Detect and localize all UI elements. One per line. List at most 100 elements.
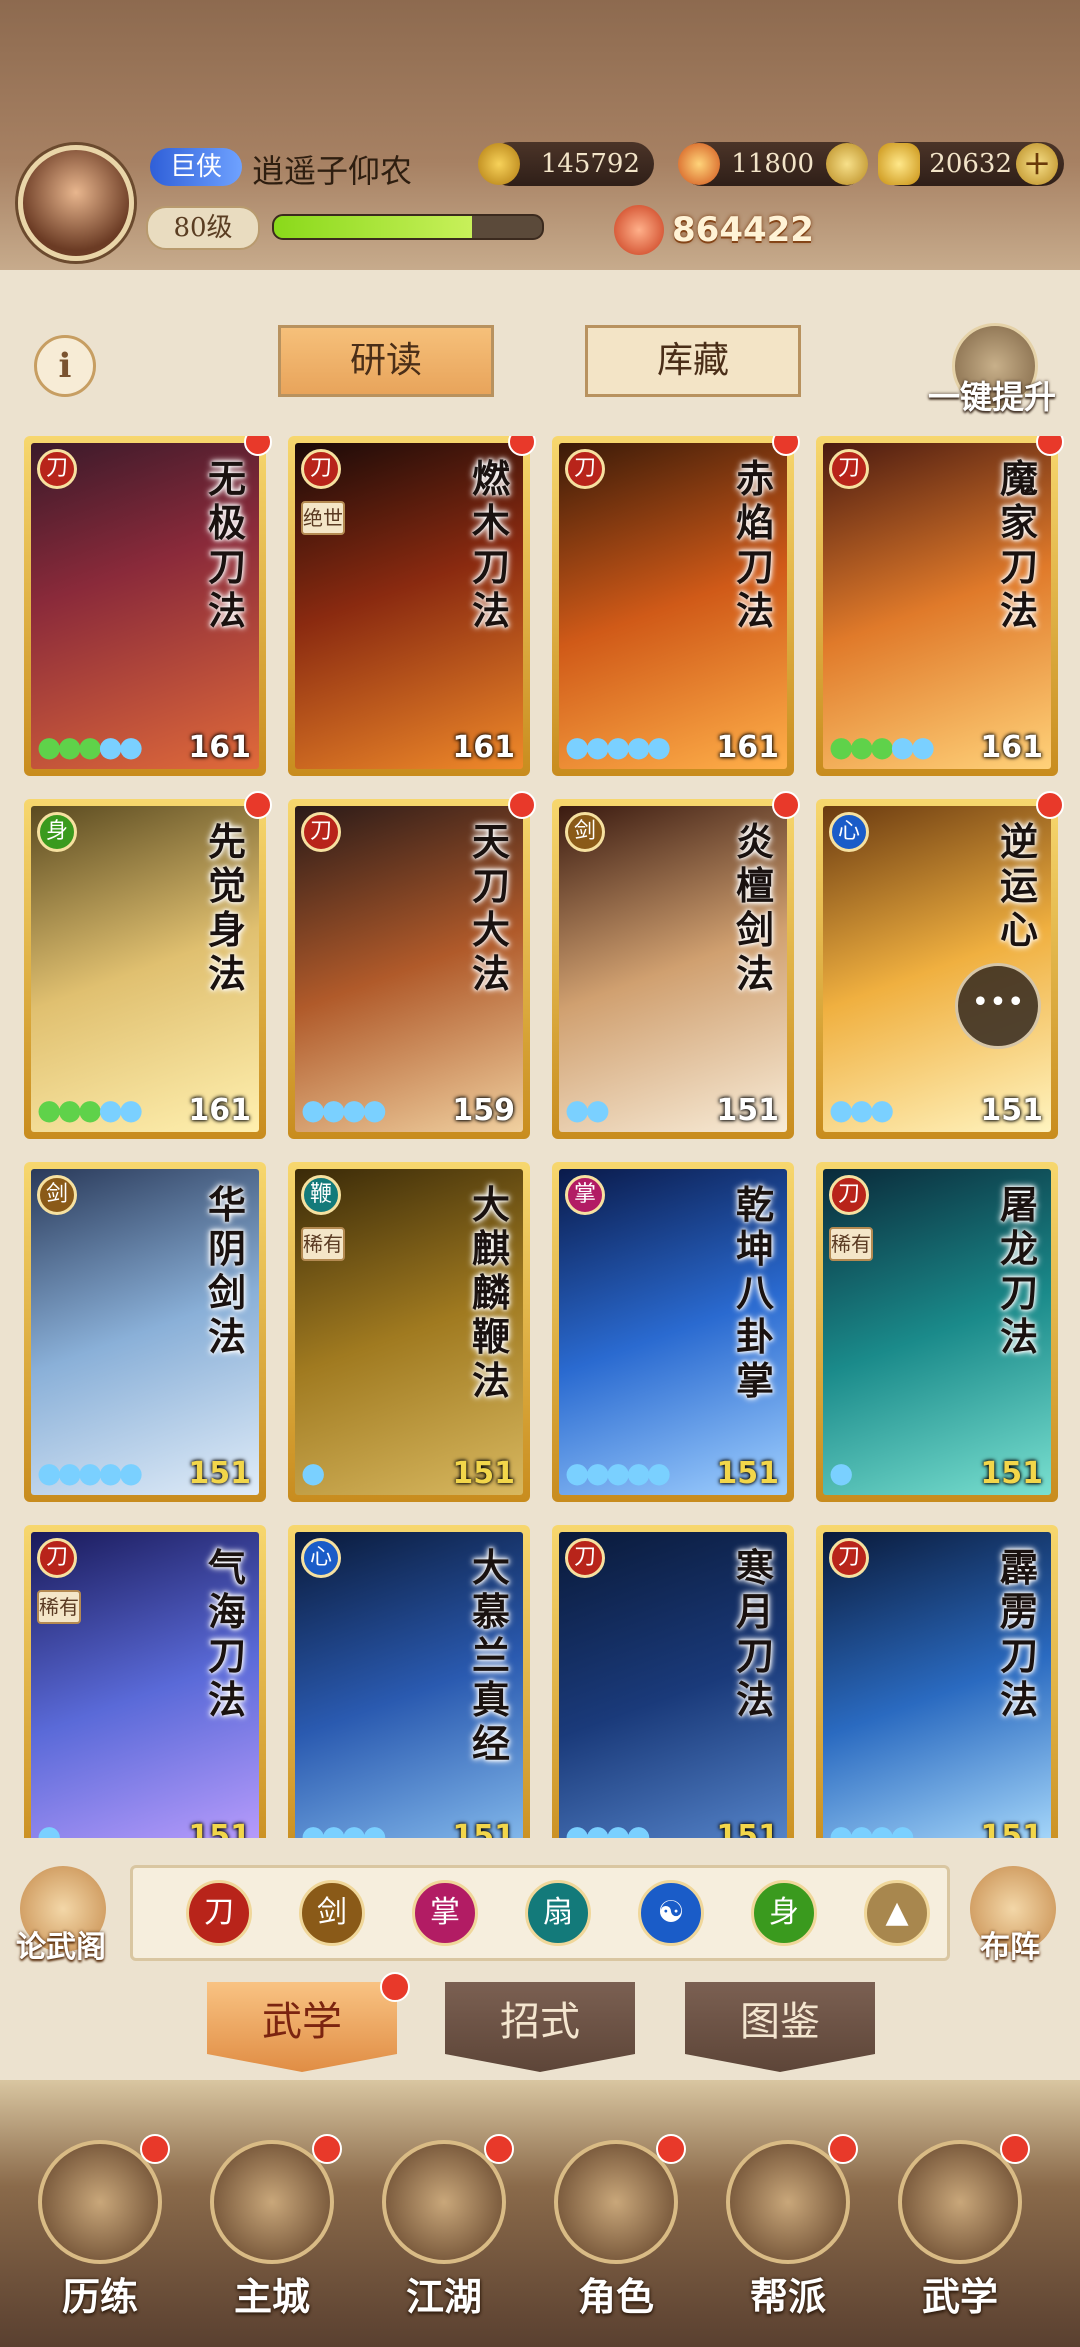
player-level: 80级 — [146, 206, 260, 250]
card-inner: 鞭 大麒麟鞭法 稀有 ● 151 — [295, 1169, 523, 1495]
skill-card[interactable]: 刀天刀大法 ●●●● 159 — [288, 791, 536, 1139]
card-inner: 刀 屠龙刀法 稀有 ● 151 — [823, 1169, 1051, 1495]
skill-card[interactable]: 刀 赤焰刀法 ●●●●● 161 — [552, 436, 800, 776]
card-title: 赤焰刀法 — [735, 456, 774, 633]
drop-icon: ● — [57, 730, 82, 763]
notification-dot — [484, 2134, 514, 2164]
rarity-tag: 稀有 — [829, 1227, 873, 1261]
coin-icon — [478, 143, 520, 185]
subtab-codex[interactable]: 图鉴 — [685, 1982, 875, 2072]
skill-card[interactable]: 刀 屠龙刀法 稀有 ● 151 — [816, 1162, 1058, 1502]
rarity-tag: 稀有 — [301, 1227, 345, 1261]
card-inner: 刀 气海刀法 稀有 ● 151 — [31, 1532, 259, 1838]
element-icon: 掌 — [565, 1175, 605, 1215]
nav-label: 角色 — [577, 2274, 654, 2319]
taiji-element-icon[interactable]: ☯ — [638, 1880, 704, 1946]
xp-fill — [274, 216, 473, 238]
nav-item[interactable]: 帮派 — [718, 2134, 858, 2330]
skill-card[interactable]: 剑华阴剑法 ●●●●● 151 — [24, 1162, 266, 1502]
star-drops: ● — [301, 1456, 326, 1489]
tab-store[interactable]: 库藏 — [585, 325, 801, 397]
card-inner: 身先觉身法 ●●●●● 161 — [31, 806, 259, 1132]
star-drops: ●●●●● — [829, 730, 935, 763]
notification-dot — [244, 791, 272, 819]
ingot-icon — [878, 143, 920, 185]
drop-icon: ● — [849, 730, 874, 763]
tab-read[interactable]: 研读 — [278, 325, 494, 397]
card-title: 霹雳刀法 — [999, 1545, 1038, 1722]
drop-icon: ● — [646, 730, 672, 763]
skill-card[interactable]: 掌乾坤八卦掌 ●●●●● 151 — [552, 1162, 794, 1502]
drop-icon: ● — [118, 1093, 144, 1126]
sword-element-icon[interactable]: 刀 — [186, 1880, 252, 1946]
drop-icon: ● — [829, 1819, 854, 1838]
card-level: 151 — [452, 1819, 515, 1838]
skill-card[interactable]: 鞭 大麒麟鞭法 稀有 ● 151 — [288, 1162, 530, 1502]
card-level: 151 — [716, 1093, 779, 1128]
nav-item[interactable]: 江湖 — [374, 2134, 514, 2330]
upgrade-button[interactable]: 一键提升 — [928, 372, 1056, 418]
element-icon: 身 — [37, 812, 77, 852]
drop-icon: ● — [849, 1819, 874, 1838]
nav-item[interactable]: 主城 — [202, 2134, 342, 2330]
skill-card[interactable]: 心逆运心 ●●● 151 — [816, 791, 1064, 1139]
power-icon — [614, 205, 664, 255]
star-drops: ● — [829, 1456, 854, 1489]
swirl-element-icon[interactable]: 身 — [751, 1880, 817, 1946]
coins-value: 145792 — [540, 149, 640, 179]
drop-icon: ● — [118, 1456, 144, 1489]
card-inner: 剑华阴剑法 ●●●●● 151 — [31, 1169, 259, 1495]
player-avatar[interactable] — [18, 145, 134, 261]
drop-icon: ● — [77, 1093, 103, 1126]
subtab-moves[interactable]: 招式 — [445, 1982, 635, 2072]
skill-card[interactable]: 剑 炎檀剑法 ●● 151 — [552, 791, 800, 1139]
drop-icon: ● — [341, 1819, 367, 1838]
card-title: 无极刀法 — [207, 456, 246, 633]
skill-card[interactable]: 刀魔家刀法 ●●●●● 161 — [816, 436, 1064, 776]
drop-icon: ● — [37, 1093, 62, 1126]
card-title: 华阴剑法 — [207, 1182, 246, 1359]
element-icon: 刀 — [829, 449, 869, 489]
chat-icon[interactable]: ••• — [955, 963, 1041, 1049]
card-inner: 刀霹雳刀法 ●●●● 151 — [823, 1532, 1051, 1838]
drop-icon: ● — [626, 1819, 651, 1838]
blade-element-icon[interactable]: 剑 — [299, 1880, 365, 1946]
drop-icon: ● — [37, 730, 62, 763]
skill-card[interactable]: 刀寒月刀法 ●●●● 151 — [552, 1525, 794, 1838]
nav-item[interactable]: 历练 — [30, 2134, 170, 2330]
skill-card[interactable]: 刀无极刀法 ●●●●● 161 — [24, 436, 272, 776]
triangle-element-icon[interactable]: ▲ — [864, 1880, 930, 1946]
ingot-add-icon[interactable]: + — [1016, 143, 1058, 185]
info-icon[interactable]: i — [34, 335, 96, 397]
subtab-martial-arts[interactable]: 武学 — [207, 1982, 397, 2072]
energy-add-icon[interactable] — [826, 143, 868, 185]
drop-icon: ● — [626, 730, 651, 763]
star-drops: ● — [37, 1819, 62, 1838]
fan-element-icon[interactable]: 扇 — [525, 1880, 591, 1946]
skill-card[interactable]: 刀霹雳刀法 ●●●● 151 — [816, 1525, 1058, 1838]
skill-card[interactable]: 刀 气海刀法 稀有 ● 151 — [24, 1525, 266, 1838]
arena-button[interactable]: 论武阁 — [16, 1922, 106, 1966]
drop-icon: ● — [585, 1456, 610, 1489]
element-icon: 刀 — [301, 449, 341, 489]
skill-card-grid: 刀无极刀法 ●●●●● 161 刀燃木刀法 绝世 161 刀赤焰刀法 ●●●●● 161 刀魔家刀… — [24, 436, 1064, 1838]
card-title: 炎檀剑法 — [735, 819, 774, 996]
skill-card[interactable]: 心大慕兰真经 ●●●● 151 — [288, 1525, 530, 1838]
palm-element-icon[interactable]: 掌 — [412, 1880, 478, 1946]
drop-icon: ● — [890, 730, 915, 763]
card-level: 161 — [716, 730, 779, 765]
formation-button[interactable]: 布阵 — [980, 1922, 1040, 1966]
star-drops: ●●●●● — [565, 730, 672, 763]
notification-dot — [508, 791, 536, 819]
drop-icon: ● — [118, 730, 144, 763]
skill-card[interactable]: 刀 燃木刀法 绝世 161 — [288, 436, 536, 776]
star-drops: ●●●●● — [37, 730, 144, 763]
nav-item[interactable]: 武学 — [890, 2134, 1030, 2330]
card-level: 161 — [980, 730, 1043, 765]
nav-item[interactable]: 角色 — [546, 2134, 686, 2330]
skill-card[interactable]: 身先觉身法 ●●●●● 161 — [24, 791, 272, 1139]
element-icon: 刀 — [565, 449, 605, 489]
drop-icon: ● — [77, 730, 103, 763]
combat-power: 864422 — [672, 210, 814, 250]
drop-icon: ● — [37, 1819, 62, 1838]
